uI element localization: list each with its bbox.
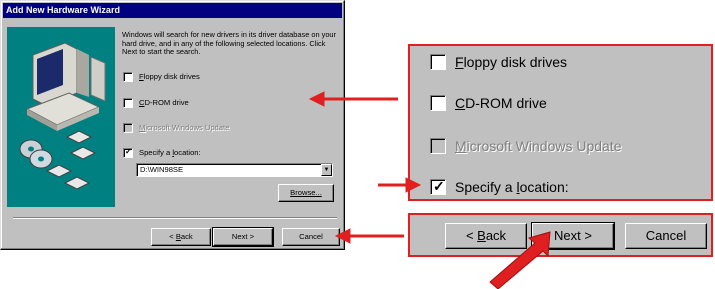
callout-arrow-icon — [308, 91, 422, 244]
annotation-overlay — [308, 91, 551, 289]
pointer-arrow-icon — [489, 231, 551, 289]
